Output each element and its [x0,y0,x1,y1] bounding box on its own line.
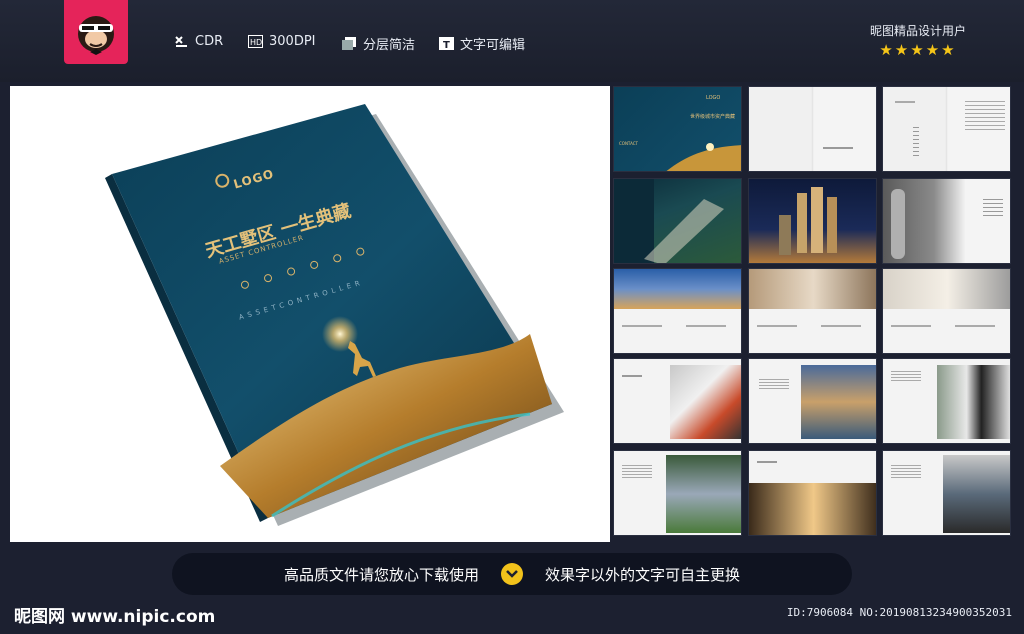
text-icon: T [439,37,454,51]
thumb-page-6 [882,178,1011,264]
thumb-page-13 [613,450,742,536]
thumb-page-4 [613,178,742,264]
thumb-page-14 [748,450,877,536]
layers-icon [342,37,357,50]
thumb-page-5 [748,178,877,264]
feature-dpi: HD 300DPI [248,34,316,49]
cdr-icon [174,35,189,48]
thumb-page-1: LOGO 世界级城市资产典藏 CONTACT [613,86,742,172]
page-thumbnails: LOGO 世界级城市资产典藏 CONTACT [613,86,1014,542]
thumb-page-11 [748,358,877,444]
thumb-page-3 [882,86,1011,172]
image-id: ID:7906084 NO:20190813234900352031 [786,606,1012,619]
star-rating: ★★★★★ [879,41,957,59]
brand-logo [64,0,128,64]
site-watermark: 昵图网 www.nipic.com [14,607,216,627]
hd-icon: HD [248,35,263,48]
notice-right: 效果字以外的文字可自主更换 [545,565,741,584]
svg-text:HD: HD [250,38,262,47]
chevron-down-icon [501,563,523,585]
thumb-page-10 [613,358,742,444]
thumb-page-12 [882,358,1011,444]
thumb-page-9 [882,268,1011,354]
thumb-page-2 [748,86,877,172]
monkey-icon [78,16,114,55]
user-badge: 昵图精品设计用户 ★★★★★ [870,22,966,59]
notice-left: 高品质文件请您放心下载使用 [283,565,479,584]
feature-text: T 文字可编辑 [439,34,525,53]
bottom-notice: 高品质文件请您放心下载使用 效果字以外的文字可自主更换 [172,553,852,595]
svg-text:T: T [443,40,450,50]
feature-cdr: CDR [174,34,223,49]
thumb-page-8 [748,268,877,354]
thumb-page-15 [882,450,1011,536]
user-label: 昵图精品设计用户 [869,24,966,38]
feature-layers: 分层简洁 [342,34,415,53]
cover-preview: LOGO 天工墅区 一生典藏 ASSET CONTROLLER ASSETCON… [10,86,610,542]
thumb-page-7 [613,268,742,354]
